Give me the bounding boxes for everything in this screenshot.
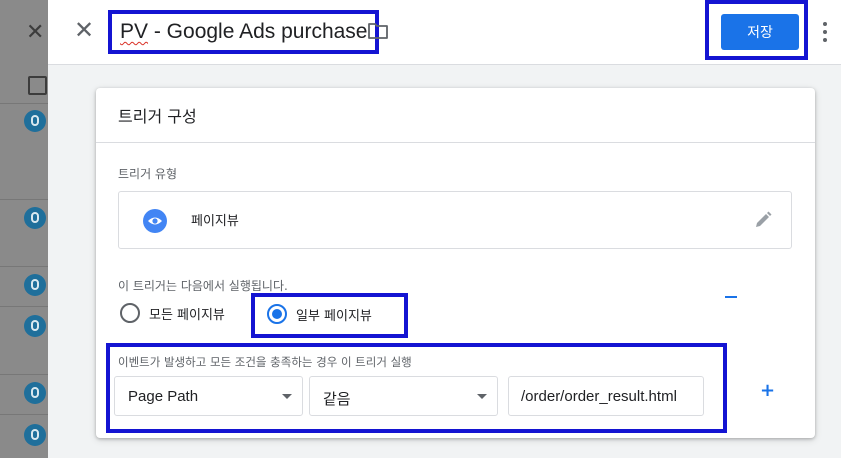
variable-select-value: Page Path: [128, 388, 199, 405]
trigger-name-highlight: PV - Google Ads purchase: [108, 10, 380, 54]
trigger-configuration-card: 트리거 구성 트리거 유형 페이지뷰 이 트리거는 다음에서 실행됩니다. 모든…: [96, 88, 815, 438]
background-divider: [0, 103, 48, 104]
condition-highlight: 이벤트가 발생하고 모든 조건을 충족하는 경우 이 트리거 실행 Page P…: [106, 343, 727, 433]
background-row-icon: [24, 110, 46, 132]
background-page: ✕: [0, 0, 48, 458]
background-divider: [0, 199, 48, 200]
radio-all-label: 모든 페이지뷰: [149, 307, 225, 323]
variable-select[interactable]: Page Path: [114, 376, 303, 416]
trigger-type-value: 페이지뷰: [191, 214, 239, 229]
add-condition-button[interactable]: +: [760, 380, 775, 401]
background-close-icon: ✕: [26, 20, 45, 45]
some-pageviews-highlight: 일부 페이지뷰: [251, 293, 408, 338]
background-row-icon: [24, 207, 46, 229]
trigger-type-label: 트리거 유형: [118, 167, 178, 181]
folder-icon[interactable]: [368, 22, 388, 39]
trigger-name-prefix: PV: [120, 20, 149, 43]
close-button[interactable]: ✕: [72, 18, 96, 42]
background-row-icon: [24, 315, 46, 337]
card-title: 트리거 구성: [96, 88, 815, 143]
radio-some-label: 일부 페이지뷰: [296, 308, 372, 324]
background-divider: [0, 374, 48, 375]
save-button[interactable]: 저장: [721, 14, 799, 50]
operator-select[interactable]: 같음: [309, 376, 498, 416]
eye-icon: [143, 209, 167, 233]
save-highlight: 저장: [705, 0, 808, 60]
editor-toolbar: ✕ PV - Google Ads purchase 저장: [48, 0, 841, 65]
fires-on-label: 이 트리거는 다음에서 실행됩니다.: [118, 279, 288, 293]
condition-value-input[interactable]: [508, 376, 704, 416]
trigger-editor-panel: ✕ PV - Google Ads purchase 저장 트리거 구성 트리거…: [48, 0, 841, 458]
trigger-name-rest: - Google Ads purchase: [148, 20, 368, 43]
radio-button[interactable]: [120, 303, 140, 323]
condition-label: 이벤트가 발생하고 모든 조건을 충족하는 경우 이 트리거 실행: [118, 355, 412, 369]
radio-some-pageviews[interactable]: 일부 페이지뷰: [267, 304, 372, 324]
operator-select-value: 같음: [323, 391, 351, 408]
background-row-icon: [24, 424, 46, 446]
pencil-icon[interactable]: [753, 210, 773, 230]
background-checkbox: [28, 76, 47, 95]
background-row-icon: [24, 274, 46, 296]
trigger-name-field[interactable]: PV - Google Ads purchase: [120, 20, 367, 44]
radio-button-selected[interactable]: [267, 304, 287, 324]
background-row-icon: [24, 382, 46, 404]
background-divider: [0, 414, 48, 415]
dropdown-arrow-icon: [282, 394, 292, 399]
dropdown-arrow-icon: [477, 394, 487, 399]
radio-all-pageviews[interactable]: 모든 페이지뷰: [120, 303, 225, 323]
background-divider: [0, 306, 48, 307]
more-vert-icon[interactable]: [822, 22, 828, 42]
background-divider: [0, 266, 48, 267]
remove-condition-button[interactable]: [725, 296, 737, 298]
trigger-type-selector[interactable]: 페이지뷰: [118, 191, 792, 249]
